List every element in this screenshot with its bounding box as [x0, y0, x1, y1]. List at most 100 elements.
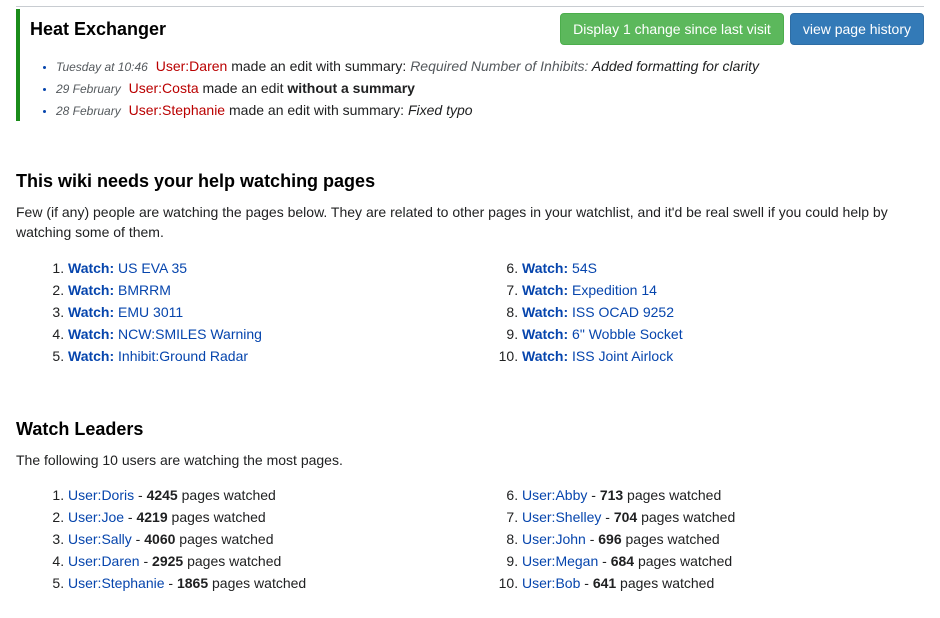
edit-text: made an edit: [199, 80, 288, 96]
edit-item: 29 February User:Costa made an edit with…: [56, 77, 924, 99]
watch-item: Watch: EMU 3011: [68, 301, 470, 323]
leaders-list-right: User:Abby - 713 pages watched User:Shell…: [470, 484, 924, 594]
watch-item: Watch: Expedition 14: [522, 279, 924, 301]
watch-item: Watch: Inhibit:Ground Radar: [68, 345, 470, 367]
page-link[interactable]: ISS Joint Airlock: [572, 348, 673, 364]
page-link[interactable]: US EVA 35: [118, 260, 187, 276]
leader-count: 1865: [177, 575, 208, 591]
watch-action[interactable]: Watch:: [522, 304, 568, 320]
edit-timestamp: 28 February: [56, 104, 121, 118]
top-divider: [16, 6, 924, 7]
article-buttons: Display 1 change since last visit view p…: [560, 13, 924, 45]
leader-item: User:John - 696 pages watched: [522, 528, 924, 550]
article-title: Heat Exchanger: [30, 19, 166, 40]
edit-item: Tuesday at 10:46 User:Daren made an edit…: [56, 55, 924, 77]
page-link[interactable]: ISS OCAD 9252: [572, 304, 674, 320]
leader-count: 684: [611, 553, 634, 569]
watch-item: Watch: 6" Wobble Socket: [522, 323, 924, 345]
leaders-list-left: User:Doris - 4245 pages watched User:Joe…: [16, 484, 470, 594]
no-summary-flag: without a summary: [287, 80, 415, 96]
watch-action[interactable]: Watch:: [522, 326, 568, 342]
user-link[interactable]: User:Stephanie: [129, 102, 226, 118]
edit-text: made an edit with summary:: [227, 58, 410, 74]
leader-count: 696: [598, 531, 621, 547]
leader-item: User:Megan - 684 pages watched: [522, 550, 924, 572]
user-link[interactable]: User:Stephanie: [68, 575, 165, 591]
user-link[interactable]: User:Bob: [522, 575, 580, 591]
watch-item: Watch: BMRRM: [68, 279, 470, 301]
leader-suffix: pages watched: [168, 509, 266, 525]
leader-item: User:Bob - 641 pages watched: [522, 572, 924, 594]
watch-action[interactable]: Watch:: [522, 282, 568, 298]
watch-action[interactable]: Watch:: [68, 326, 114, 342]
user-link[interactable]: User:Costa: [129, 80, 199, 96]
leader-item: User:Daren - 2925 pages watched: [68, 550, 470, 572]
page-link[interactable]: NCW:SMILES Warning: [118, 326, 262, 342]
leader-count: 713: [600, 487, 623, 503]
user-link[interactable]: User:Megan: [522, 553, 598, 569]
user-link[interactable]: User:Daren: [68, 553, 140, 569]
user-link[interactable]: User:Sally: [68, 531, 132, 547]
page-link[interactable]: BMRRM: [118, 282, 171, 298]
watch-action[interactable]: Watch:: [68, 282, 114, 298]
leader-item: User:Shelley - 704 pages watched: [522, 506, 924, 528]
help-lead: Few (if any) people are watching the pag…: [16, 202, 924, 243]
page-link[interactable]: 54S: [572, 260, 597, 276]
user-link[interactable]: User:John: [522, 531, 586, 547]
display-changes-button[interactable]: Display 1 change since last visit: [560, 13, 784, 45]
edit-item: 28 February User:Stephanie made an edit …: [56, 99, 924, 121]
page-link[interactable]: Expedition 14: [572, 282, 657, 298]
help-heading: This wiki needs your help watching pages: [16, 171, 924, 192]
watch-action[interactable]: Watch:: [68, 260, 114, 276]
leader-count: 4219: [136, 509, 167, 525]
leaders-lead: The following 10 users are watching the …: [16, 450, 924, 470]
edit-timestamp: 29 February: [56, 82, 121, 96]
watch-item: Watch: US EVA 35: [68, 257, 470, 279]
watch-suggestions: Watch: US EVA 35 Watch: BMRRM Watch: EMU…: [16, 257, 924, 367]
page-link[interactable]: Inhibit:Ground Radar: [118, 348, 248, 364]
leader-count: 704: [614, 509, 637, 525]
watch-item: Watch: 54S: [522, 257, 924, 279]
view-history-button[interactable]: view page history: [790, 13, 924, 45]
leader-suffix: pages watched: [208, 575, 306, 591]
summary-text: Fixed typo: [408, 102, 473, 118]
watch-action[interactable]: Watch:: [522, 260, 568, 276]
user-link[interactable]: User:Shelley: [522, 509, 601, 525]
leader-suffix: pages watched: [616, 575, 714, 591]
summary-prefix: Required Number of Inhibits:: [410, 58, 592, 74]
leader-suffix: pages watched: [637, 509, 735, 525]
edit-list: Tuesday at 10:46 User:Daren made an edit…: [30, 55, 924, 121]
leader-item: User:Joe - 4219 pages watched: [68, 506, 470, 528]
page-link[interactable]: EMU 3011: [118, 304, 183, 320]
leader-item: User:Sally - 4060 pages watched: [68, 528, 470, 550]
leader-count: 2925: [152, 553, 183, 569]
leader-suffix: pages watched: [183, 553, 281, 569]
leaders-heading: Watch Leaders: [16, 419, 924, 440]
leader-item: User:Stephanie - 1865 pages watched: [68, 572, 470, 594]
watch-action[interactable]: Watch:: [522, 348, 568, 364]
leader-count: 641: [593, 575, 616, 591]
watch-item: Watch: ISS OCAD 9252: [522, 301, 924, 323]
page-link[interactable]: 6" Wobble Socket: [572, 326, 683, 342]
leader-suffix: pages watched: [175, 531, 273, 547]
user-link[interactable]: User:Daren: [156, 58, 228, 74]
leader-suffix: pages watched: [622, 531, 720, 547]
edit-timestamp: Tuesday at 10:46: [56, 60, 148, 74]
watch-action[interactable]: Watch:: [68, 348, 114, 364]
leader-item: User:Doris - 4245 pages watched: [68, 484, 470, 506]
watch-action[interactable]: Watch:: [68, 304, 114, 320]
leader-item: User:Abby - 713 pages watched: [522, 484, 924, 506]
watch-list-left: Watch: US EVA 35 Watch: BMRRM Watch: EMU…: [16, 257, 470, 367]
article-block: Heat Exchanger Display 1 change since la…: [16, 9, 924, 121]
leaders-lists: User:Doris - 4245 pages watched User:Joe…: [16, 484, 924, 594]
leader-suffix: pages watched: [623, 487, 721, 503]
leader-count: 4245: [147, 487, 178, 503]
user-link[interactable]: User:Abby: [522, 487, 587, 503]
user-link[interactable]: User:Doris: [68, 487, 134, 503]
leader-count: 4060: [144, 531, 175, 547]
watch-item: Watch: NCW:SMILES Warning: [68, 323, 470, 345]
watch-item: Watch: ISS Joint Airlock: [522, 345, 924, 367]
user-link[interactable]: User:Joe: [68, 509, 124, 525]
leader-suffix: pages watched: [634, 553, 732, 569]
leader-suffix: pages watched: [178, 487, 276, 503]
